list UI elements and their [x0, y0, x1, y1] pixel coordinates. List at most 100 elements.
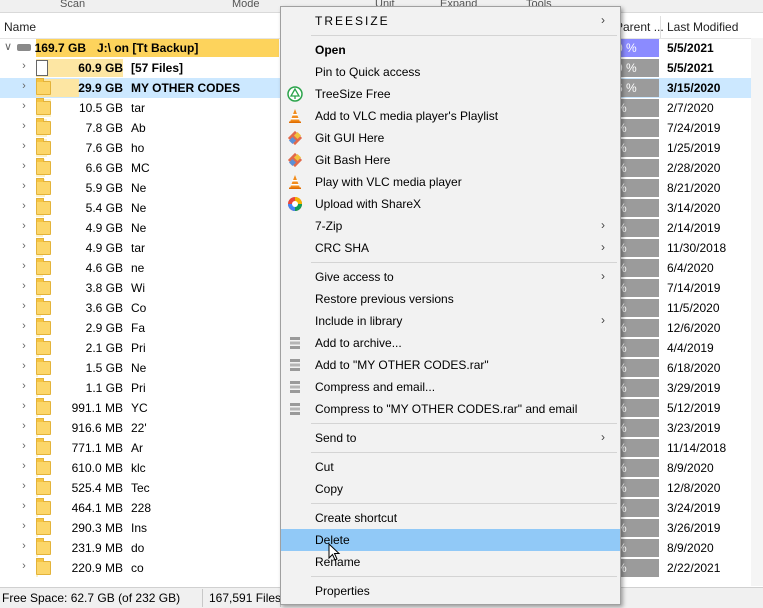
last-modified-value: 8/9/2020: [667, 541, 714, 555]
menu-item-add-to-vlc-media-player-s-playlist[interactable]: Add to VLC media player's Playlist: [281, 105, 620, 127]
menu-item-play-with-vlc-media-player[interactable]: Play with VLC media player: [281, 171, 620, 193]
menu-item-add-to-my-other-codes-rar[interactable]: Add to "MY OTHER CODES.rar": [281, 354, 620, 376]
item-name: Ne: [131, 221, 147, 235]
folder-icon: [36, 278, 51, 295]
expand-chevron-icon[interactable]: ›: [18, 560, 30, 572]
menu-item-label: Git GUI Here: [315, 131, 385, 145]
expand-chevron-icon[interactable]: ›: [18, 140, 30, 152]
menu-item-copy[interactable]: Copy: [281, 478, 620, 500]
menu-item-pin-to-quick-access[interactable]: Pin to Quick access: [281, 61, 620, 83]
folder-icon: [36, 118, 51, 135]
expand-chevron-icon[interactable]: ›: [18, 280, 30, 292]
menu-separator: [311, 576, 617, 577]
expand-chevron-icon[interactable]: ›: [18, 500, 30, 512]
size-value: 610.0 MB: [71, 461, 123, 475]
last-modified-value: 2/14/2019: [667, 221, 721, 235]
last-modified-value: 3/26/2019: [667, 521, 721, 535]
expand-chevron-icon[interactable]: ›: [18, 60, 30, 72]
folder-icon: [36, 318, 51, 335]
menu-item-7-zip[interactable]: 7-Zip ›: [281, 215, 620, 237]
expand-chevron-icon[interactable]: ›: [18, 320, 30, 332]
expand-chevron-icon[interactable]: ›: [18, 460, 30, 472]
expand-chevron-icon[interactable]: ›: [18, 360, 30, 372]
expand-chevron-icon[interactable]: ›: [18, 220, 30, 232]
size-value: 220.9 MB: [71, 561, 123, 575]
item-name: J:\ on [Tt Backup]: [97, 41, 199, 55]
expand-chevron-icon[interactable]: ›: [18, 100, 30, 112]
menu-item-add-to-archive[interactable]: Add to archive...: [281, 332, 620, 354]
last-modified-value: 3/24/2019: [667, 501, 721, 515]
expand-chevron-icon[interactable]: ›: [18, 380, 30, 392]
expand-chevron-icon[interactable]: ›: [18, 80, 30, 92]
last-modified-value: 11/14/2018: [667, 441, 727, 455]
item-name: Ab: [131, 121, 146, 135]
expand-chevron-icon[interactable]: ›: [18, 120, 30, 132]
expand-chevron-icon[interactable]: ›: [18, 520, 30, 532]
vlc-icon: [287, 108, 303, 124]
menu-item-compress-to-my-other-codes-rar-and-email[interactable]: Compress to "MY OTHER CODES.rar" and ema…: [281, 398, 620, 420]
treesize-window: Scan Mode Unit Expand Tools Name Parent …: [0, 0, 763, 608]
item-name: Pri: [131, 341, 146, 355]
column-divider[interactable]: [660, 16, 661, 38]
expand-chevron-icon[interactable]: ›: [18, 260, 30, 272]
column-parent-percent[interactable]: Parent ...: [615, 20, 664, 34]
folder-icon: [36, 558, 51, 575]
menu-item-send-to[interactable]: Send to ›: [281, 427, 620, 449]
menu-item-treesize[interactable]: TREESIZE ›: [281, 10, 620, 32]
menu-item-crc-sha[interactable]: CRC SHA ›: [281, 237, 620, 259]
menu-item-label: Compress to "MY OTHER CODES.rar" and ema…: [315, 402, 578, 416]
size-value: 2.9 GB: [85, 321, 123, 335]
size-value: 916.6 MB: [71, 421, 123, 435]
menu-separator: [311, 262, 617, 263]
expand-chevron-icon[interactable]: ›: [18, 400, 30, 412]
expand-chevron-icon[interactable]: ›: [18, 200, 30, 212]
item-name: Fa: [131, 321, 146, 335]
winrar-icon: [287, 401, 303, 417]
tab-scan[interactable]: Scan: [60, 0, 85, 10]
item-name: tar: [131, 101, 146, 115]
column-name[interactable]: Name: [4, 20, 36, 34]
expand-chevron-icon[interactable]: ›: [18, 180, 30, 192]
menu-item-cut[interactable]: Cut: [281, 456, 620, 478]
size-value: 5.9 GB: [85, 181, 123, 195]
submenu-arrow-icon: ›: [601, 269, 605, 283]
menu-item-compress-and-email[interactable]: Compress and email...: [281, 376, 620, 398]
menu-item-label: 7-Zip: [315, 219, 343, 233]
size-value: 3.8 GB: [85, 281, 123, 295]
item-name: Pri: [131, 381, 146, 395]
expand-chevron-icon[interactable]: ›: [18, 440, 30, 452]
expand-chevron-icon[interactable]: ›: [18, 420, 30, 432]
menu-item-include-in-library[interactable]: Include in library ›: [281, 310, 620, 332]
menu-item-label: Upload with ShareX: [315, 197, 422, 211]
column-last-modified[interactable]: Last Modified: [667, 20, 738, 34]
menu-item-treesize-free[interactable]: TreeSize Free: [281, 83, 620, 105]
expand-chevron-icon[interactable]: ›: [18, 480, 30, 492]
menu-item-create-shortcut[interactable]: Create shortcut: [281, 507, 620, 529]
folder-icon: [36, 478, 51, 495]
folder-icon: [36, 358, 51, 375]
size-value: 6.6 GB: [85, 161, 123, 175]
tab-mode[interactable]: Mode: [232, 0, 260, 10]
last-modified-value: 3/29/2019: [667, 381, 721, 395]
last-modified-value: 5/12/2019: [667, 401, 721, 415]
size-value: 4.9 GB: [85, 221, 123, 235]
folder-icon: [36, 98, 51, 115]
menu-item-properties[interactable]: Properties: [281, 580, 620, 602]
folder-icon: [36, 218, 51, 235]
item-name: ne: [131, 261, 145, 275]
expand-chevron-icon[interactable]: ›: [18, 160, 30, 172]
vertical-scrollbar[interactable]: [751, 38, 763, 586]
expand-chevron-icon[interactable]: ›: [18, 340, 30, 352]
expand-chevron-icon[interactable]: ›: [18, 300, 30, 312]
menu-item-git-gui-here[interactable]: Git GUI Here: [281, 127, 620, 149]
expand-chevron-icon[interactable]: ›: [18, 240, 30, 252]
menu-item-git-bash-here[interactable]: Git Bash Here: [281, 149, 620, 171]
item-name: Ins: [131, 521, 148, 535]
size-value: 1.5 GB: [85, 361, 123, 375]
expand-chevron-icon[interactable]: ›: [18, 540, 30, 552]
menu-item-open[interactable]: Open: [281, 39, 620, 61]
menu-item-upload-with-sharex[interactable]: Upload with ShareX: [281, 193, 620, 215]
last-modified-value: 6/4/2020: [667, 261, 714, 275]
menu-item-give-access-to[interactable]: Give access to ›: [281, 266, 620, 288]
menu-item-restore-previous-versions[interactable]: Restore previous versions: [281, 288, 620, 310]
